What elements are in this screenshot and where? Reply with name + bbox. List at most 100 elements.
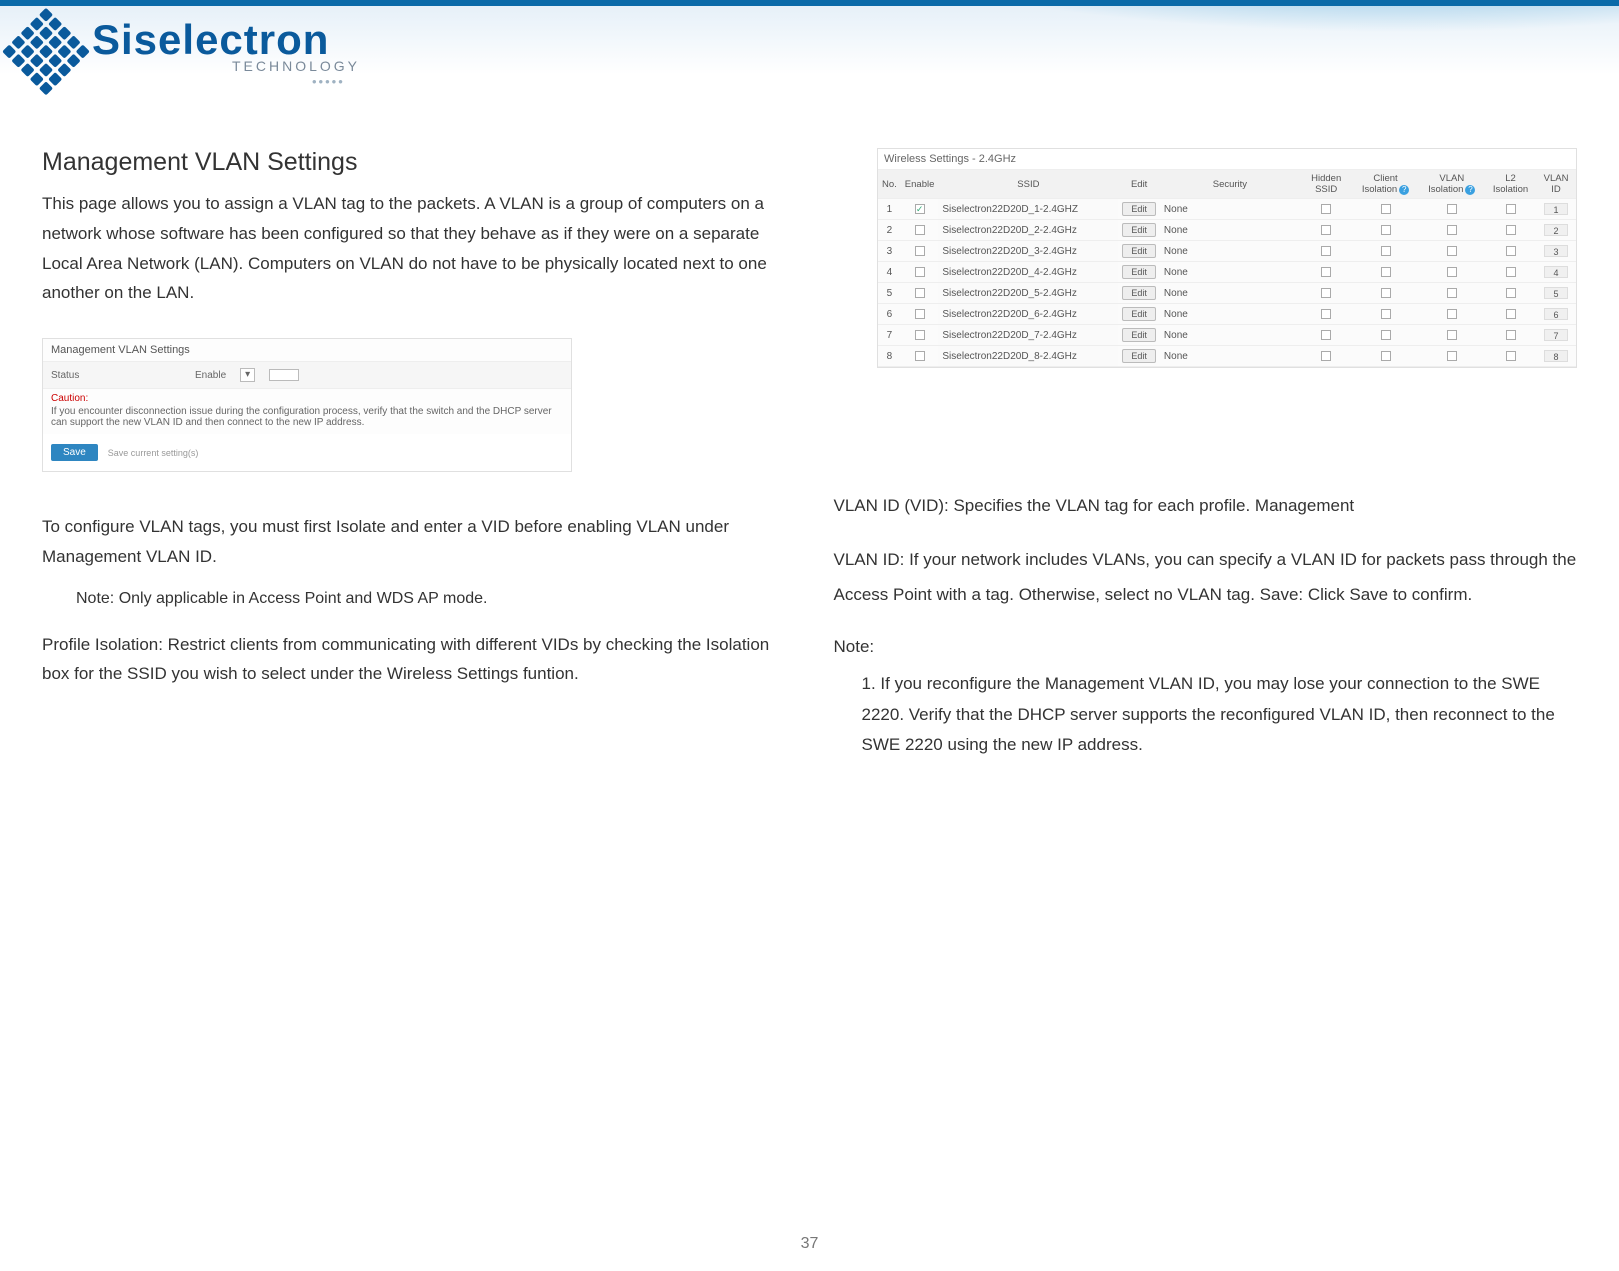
vlan-isolation-checkbox[interactable] bbox=[1447, 267, 1457, 277]
enable-checkbox[interactable] bbox=[915, 309, 925, 319]
edit-button[interactable]: Edit bbox=[1122, 244, 1156, 258]
enable-checkbox[interactable] bbox=[915, 330, 925, 340]
note-heading: Note: bbox=[834, 637, 1578, 657]
col-ssid: SSID bbox=[938, 170, 1118, 199]
brand-name: Siselectron bbox=[92, 16, 360, 64]
col-no: No. bbox=[878, 170, 901, 199]
vlan-isolation-checkbox[interactable] bbox=[1447, 309, 1457, 319]
client-isolation-checkbox[interactable] bbox=[1381, 267, 1391, 277]
hidden-ssid-checkbox[interactable] bbox=[1321, 204, 1331, 214]
configure-paragraph: To configure VLAN tags, you must first I… bbox=[42, 512, 786, 572]
edit-button[interactable]: Edit bbox=[1122, 307, 1156, 321]
l2-isolation-checkbox[interactable] bbox=[1506, 246, 1516, 256]
enable-checkbox[interactable] bbox=[915, 288, 925, 298]
vlan-isolation-checkbox[interactable] bbox=[1447, 246, 1457, 256]
l2-isolation-checkbox[interactable] bbox=[1506, 204, 1516, 214]
cell-no: 5 bbox=[878, 283, 901, 304]
enable-checkbox[interactable] bbox=[915, 351, 925, 361]
vlan-isolation-checkbox[interactable] bbox=[1447, 351, 1457, 361]
vlan-id-input[interactable]: 6 bbox=[1544, 308, 1568, 320]
cell-ssid: Siselectron22D20D_7-2.4GHz bbox=[938, 325, 1118, 346]
table-row: 5Siselectron22D20D_5-2.4GHzEditNone5 bbox=[878, 283, 1576, 304]
l2-isolation-checkbox[interactable] bbox=[1506, 267, 1516, 277]
vlan-id-input[interactable]: 2 bbox=[1544, 224, 1568, 236]
hidden-ssid-checkbox[interactable] bbox=[1321, 225, 1331, 235]
hidden-ssid-checkbox[interactable] bbox=[1321, 267, 1331, 277]
mgmt-save-button[interactable]: Save bbox=[51, 444, 98, 461]
enable-checkbox[interactable] bbox=[915, 204, 925, 214]
col-client-iso: Client Isolation? bbox=[1352, 170, 1418, 199]
enable-checkbox[interactable] bbox=[915, 225, 925, 235]
cell-no: 8 bbox=[878, 346, 901, 367]
mgmt-caution-label: Caution: bbox=[51, 393, 88, 404]
client-isolation-checkbox[interactable] bbox=[1381, 309, 1391, 319]
col-vlan-id: VLAN ID bbox=[1536, 170, 1576, 199]
right-column: Wireless Settings - 2.4GHz No. Enable SS… bbox=[834, 148, 1578, 761]
edit-button[interactable]: Edit bbox=[1122, 265, 1156, 279]
cell-no: 1 bbox=[878, 199, 901, 220]
cell-no: 2 bbox=[878, 220, 901, 241]
client-isolation-checkbox[interactable] bbox=[1381, 246, 1391, 256]
l2-isolation-checkbox[interactable] bbox=[1506, 288, 1516, 298]
cell-security: None bbox=[1160, 199, 1300, 220]
col-edit: Edit bbox=[1118, 170, 1160, 199]
hidden-ssid-checkbox[interactable] bbox=[1321, 246, 1331, 256]
mgmt-save-hint: Save current setting(s) bbox=[108, 448, 199, 458]
edit-button[interactable]: Edit bbox=[1122, 286, 1156, 300]
cell-security: None bbox=[1160, 325, 1300, 346]
logo-mark-icon bbox=[1, 7, 92, 98]
client-isolation-checkbox[interactable] bbox=[1381, 351, 1391, 361]
edit-button[interactable]: Edit bbox=[1122, 349, 1156, 363]
hidden-ssid-checkbox[interactable] bbox=[1321, 309, 1331, 319]
vlan-id-input[interactable]: 7 bbox=[1544, 329, 1568, 341]
vlan-id-vid-paragraph: VLAN ID (VID): Specifies the VLAN tag fo… bbox=[834, 488, 1578, 524]
enable-checkbox[interactable] bbox=[915, 267, 925, 277]
client-isolation-checkbox[interactable] bbox=[1381, 330, 1391, 340]
page-body: Management VLAN Settings This page allow… bbox=[0, 120, 1619, 761]
table-row: 3Siselectron22D20D_3-2.4GHzEditNone3 bbox=[878, 241, 1576, 262]
col-vlan-iso: VLAN Isolation? bbox=[1419, 170, 1485, 199]
l2-isolation-checkbox[interactable] bbox=[1506, 330, 1516, 340]
profile-isolation-paragraph: Profile Isolation: Restrict clients from… bbox=[42, 630, 786, 690]
enable-checkbox[interactable] bbox=[915, 246, 925, 256]
vlan-isolation-checkbox[interactable] bbox=[1447, 288, 1457, 298]
hidden-ssid-checkbox[interactable] bbox=[1321, 288, 1331, 298]
help-icon[interactable]: ? bbox=[1399, 185, 1409, 195]
help-icon[interactable]: ? bbox=[1465, 185, 1475, 195]
client-isolation-checkbox[interactable] bbox=[1381, 288, 1391, 298]
client-isolation-checkbox[interactable] bbox=[1381, 225, 1391, 235]
hidden-ssid-checkbox[interactable] bbox=[1321, 330, 1331, 340]
mgmt-caution-text: If you encounter disconnection issue dur… bbox=[43, 406, 571, 434]
cell-ssid: Siselectron22D20D_4-2.4GHz bbox=[938, 262, 1118, 283]
vlan-id-input[interactable]: 1 bbox=[1544, 203, 1568, 215]
cell-ssid: Siselectron22D20D_6-2.4GHz bbox=[938, 304, 1118, 325]
cell-security: None bbox=[1160, 304, 1300, 325]
vlan-id-input[interactable]: 5 bbox=[1544, 287, 1568, 299]
vlan-id-input[interactable]: 3 bbox=[1544, 245, 1568, 257]
vlan-id-input[interactable]: 8 bbox=[1544, 350, 1568, 362]
header-swoosh bbox=[519, 0, 1619, 116]
cell-no: 6 bbox=[878, 304, 901, 325]
vlan-isolation-checkbox[interactable] bbox=[1447, 330, 1457, 340]
mgmt-enable-select[interactable]: ▾ bbox=[240, 368, 255, 382]
vlan-id-input[interactable]: 4 bbox=[1544, 266, 1568, 278]
note-item-1: 1. If you reconfigure the Management VLA… bbox=[862, 669, 1578, 761]
cell-ssid: Siselectron22D20D_3-2.4GHz bbox=[938, 241, 1118, 262]
l2-isolation-checkbox[interactable] bbox=[1506, 351, 1516, 361]
vlan-isolation-checkbox[interactable] bbox=[1447, 204, 1457, 214]
cell-security: None bbox=[1160, 220, 1300, 241]
wireless-settings-screenshot: Wireless Settings - 2.4GHz No. Enable SS… bbox=[877, 148, 1577, 368]
section-title: Management VLAN Settings bbox=[42, 148, 786, 177]
cell-no: 7 bbox=[878, 325, 901, 346]
cell-ssid: Siselectron22D20D_8-2.4GHz bbox=[938, 346, 1118, 367]
mgmt-vlan-id-input[interactable] bbox=[269, 369, 299, 381]
l2-isolation-checkbox[interactable] bbox=[1506, 309, 1516, 319]
edit-button[interactable]: Edit bbox=[1122, 202, 1156, 216]
client-isolation-checkbox[interactable] bbox=[1381, 204, 1391, 214]
hidden-ssid-checkbox[interactable] bbox=[1321, 351, 1331, 361]
edit-button[interactable]: Edit bbox=[1122, 223, 1156, 237]
table-row: 1Siselectron22D20D_1-2.4GHZEditNone1 bbox=[878, 199, 1576, 220]
vlan-isolation-checkbox[interactable] bbox=[1447, 225, 1457, 235]
edit-button[interactable]: Edit bbox=[1122, 328, 1156, 342]
l2-isolation-checkbox[interactable] bbox=[1506, 225, 1516, 235]
